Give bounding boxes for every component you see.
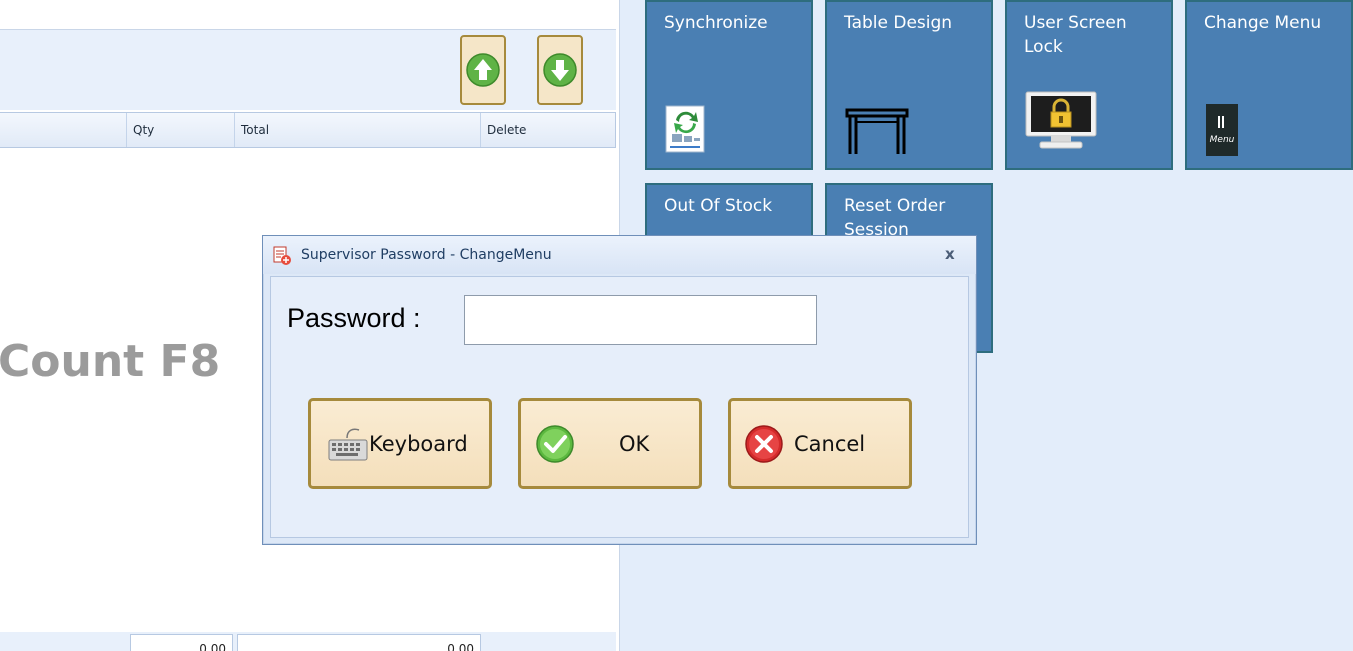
arrow-down-icon <box>543 53 577 87</box>
dialog-titlebar[interactable]: Supervisor Password - ChangeMenu x <box>263 236 976 274</box>
sync-document-icon <box>665 105 705 153</box>
svg-text:Menu: Menu <box>1210 135 1235 145</box>
table-icon <box>845 108 909 154</box>
arrow-up-icon <box>466 53 500 87</box>
column-header-qty[interactable]: Qty <box>126 113 234 147</box>
monitor-lock-icon <box>1025 91 1097 149</box>
tile-label: Change Menu <box>1204 13 1322 33</box>
tile-change-menu[interactable]: Change Menu Menu <box>1185 0 1353 170</box>
column-header-total[interactable]: Total <box>234 113 480 147</box>
tile-label: Out Of Stock <box>664 196 773 216</box>
tile-user-screen-lock[interactable]: User Screen Lock <box>1005 0 1173 170</box>
total-qty-cell: 0.00 <box>130 634 233 651</box>
tile-table-design[interactable]: Table Design <box>825 0 993 170</box>
tile-label: Synchronize <box>664 13 768 33</box>
order-grid-header: Qty Total Delete <box>0 112 616 148</box>
tile-synchronize[interactable]: Synchronize <box>645 0 813 170</box>
password-input[interactable] <box>464 295 817 345</box>
tile-label: Table Design <box>844 13 953 33</box>
order-info-strip <box>0 0 616 30</box>
cancel-button-label: Cancel <box>794 431 866 456</box>
close-icon[interactable]: x <box>945 245 955 263</box>
dialog-body: Password : Keyboard OK Cancel <box>270 276 969 538</box>
scroll-up-button[interactable] <box>460 35 506 105</box>
column-header-delete[interactable]: Delete <box>480 113 616 147</box>
keyboard-button-label: Keyboard <box>369 431 468 456</box>
password-label: Password : <box>287 303 421 333</box>
supervisor-password-dialog: Supervisor Password - ChangeMenu x Passw… <box>262 235 977 545</box>
total-amount-cell: 0.00 <box>237 634 481 651</box>
cancel-button[interactable]: Cancel <box>728 398 912 489</box>
app-icon <box>273 246 291 265</box>
cancel-icon <box>745 424 783 463</box>
checkmark-icon <box>536 424 574 463</box>
ok-button[interactable]: OK <box>518 398 702 489</box>
dialog-title: Supervisor Password - ChangeMenu <box>301 247 552 263</box>
order-totals-row: 0.00 0.00 <box>0 632 616 651</box>
empty-grid-watermark: Count F8 <box>0 336 221 387</box>
tile-label: User Screen Lock <box>1024 13 1127 57</box>
ok-button-label: OK <box>619 431 650 456</box>
keyboard-icon <box>328 428 368 460</box>
keyboard-button[interactable]: Keyboard <box>308 398 492 489</box>
scroll-down-button[interactable] <box>537 35 583 105</box>
menu-book-icon: Menu <box>1206 104 1238 156</box>
order-toolbar <box>0 30 616 110</box>
